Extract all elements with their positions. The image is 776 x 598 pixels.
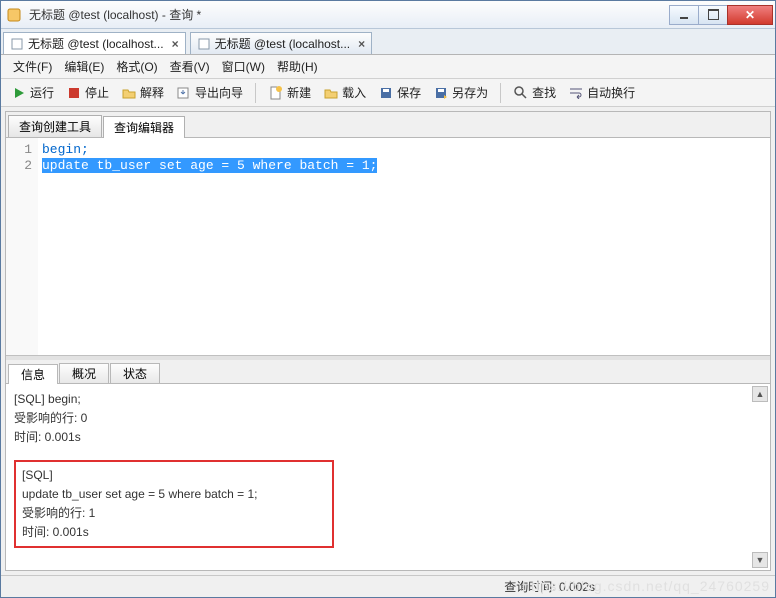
output-block-highlight: [SQL] update tb_user set age = 5 where b… — [14, 460, 334, 549]
save-icon — [378, 85, 394, 101]
output-stmt: update tb_user set age = 5 where batch =… — [22, 485, 326, 504]
find-button[interactable]: 查找 — [509, 82, 560, 103]
output-body[interactable]: [SQL] begin; 受影响的行: 0 时间: 0.001s [SQL] u… — [6, 384, 770, 570]
doc-icon — [197, 37, 211, 51]
output-tabs: 信息 概况 状态 — [6, 360, 770, 384]
explain-button[interactable]: 解释 — [117, 82, 168, 103]
wrap-icon — [568, 85, 584, 101]
output-rows: 受影响的行: 0 — [14, 409, 762, 428]
watermark: https://blog.csdn.net/qq_24760259 — [522, 578, 770, 594]
title-bar: 无标题 @test (localhost) - 查询 * ✕ — [1, 1, 775, 29]
saveas-button[interactable]: 另存为 — [429, 82, 492, 103]
export-button[interactable]: 导出向导 — [172, 82, 247, 103]
app-window: 无标题 @test (localhost) - 查询 * ✕ 无标题 @test… — [0, 0, 776, 598]
editor-tabs: 查询创建工具 查询编辑器 — [6, 112, 770, 138]
open-icon — [323, 85, 339, 101]
menu-file[interactable]: 文件(F) — [7, 56, 58, 77]
stop-button[interactable]: 停止 — [62, 82, 113, 103]
folder-icon — [121, 85, 137, 101]
saveas-icon — [433, 85, 449, 101]
output-rows: 受影响的行: 1 — [22, 504, 326, 523]
vertical-scrollbar[interactable]: ▲ ▼ — [752, 386, 768, 568]
menu-help[interactable]: 帮助(H) — [271, 56, 324, 77]
document-tabs: 无标题 @test (localhost... × 无标题 @test (loc… — [1, 29, 775, 55]
output-sql: [SQL] begin; — [14, 390, 762, 409]
output-block-1: [SQL] begin; 受影响的行: 0 时间: 0.001s — [14, 390, 762, 448]
output-sql-tag: [SQL] — [22, 466, 326, 485]
menu-edit[interactable]: 编辑(E) — [58, 56, 110, 77]
output-panel: 信息 概况 状态 [SQL] begin; 受影响的行: 0 时间: 0.001… — [6, 360, 770, 570]
stop-icon — [66, 85, 82, 101]
tab-profile[interactable]: 概况 — [59, 363, 109, 383]
output-time: 时间: 0.001s — [22, 523, 326, 542]
app-icon — [7, 8, 21, 22]
scroll-up-icon[interactable]: ▲ — [752, 386, 768, 402]
toolbar-separator — [500, 83, 501, 103]
toolbar: 运行 停止 解释 导出向导 新建 载入 保存 另存为 查找 自动换行 — [1, 79, 775, 107]
autowrap-button[interactable]: 自动换行 — [564, 82, 639, 103]
code-body[interactable]: begin; update tb_user set age = 5 where … — [38, 138, 770, 355]
load-button[interactable]: 载入 — [319, 82, 370, 103]
menu-window[interactable]: 窗口(W) — [216, 56, 271, 77]
maximize-button[interactable] — [698, 5, 728, 25]
tab-info[interactable]: 信息 — [8, 364, 58, 384]
run-button[interactable]: 运行 — [7, 82, 58, 103]
scroll-down-icon[interactable]: ▼ — [752, 552, 768, 568]
close-button[interactable]: ✕ — [727, 5, 773, 25]
tab-status[interactable]: 状态 — [110, 363, 160, 383]
output-time: 时间: 0.001s — [14, 428, 762, 447]
save-button[interactable]: 保存 — [374, 82, 425, 103]
close-icon[interactable]: × — [172, 37, 179, 51]
tab-query-builder[interactable]: 查询创建工具 — [8, 115, 102, 137]
document-tab-label: 无标题 @test (localhost... — [215, 35, 351, 52]
line-gutter: 1 2 — [6, 138, 38, 355]
minimize-button[interactable] — [669, 5, 699, 25]
code-line-1[interactable]: begin; — [42, 142, 766, 158]
tab-query-editor[interactable]: 查询编辑器 — [103, 116, 185, 138]
document-tab-2[interactable]: 无标题 @test (localhost... × — [190, 32, 373, 54]
play-icon — [11, 85, 27, 101]
document-tab-label: 无标题 @test (localhost... — [28, 35, 164, 52]
new-button[interactable]: 新建 — [264, 82, 315, 103]
window-title: 无标题 @test (localhost) - 查询 * — [25, 6, 670, 23]
menu-format[interactable]: 格式(O) — [110, 56, 163, 77]
close-icon[interactable]: × — [358, 37, 365, 51]
editor-area: 查询创建工具 查询编辑器 1 2 begin; update tb_user s… — [5, 111, 771, 571]
new-icon — [268, 85, 284, 101]
doc-icon — [10, 37, 24, 51]
menu-view[interactable]: 查看(V) — [164, 56, 216, 77]
code-line-2[interactable]: update tb_user set age = 5 where batch =… — [42, 158, 766, 174]
search-icon — [513, 85, 529, 101]
selected-text: update tb_user set age = 5 where batch =… — [42, 158, 377, 173]
menu-bar: 文件(F) 编辑(E) 格式(O) 查看(V) 窗口(W) 帮助(H) — [1, 55, 775, 79]
toolbar-separator — [255, 83, 256, 103]
document-tab-1[interactable]: 无标题 @test (localhost... × — [3, 32, 186, 54]
sql-editor[interactable]: 1 2 begin; update tb_user set age = 5 wh… — [6, 138, 770, 356]
export-icon — [176, 85, 192, 101]
